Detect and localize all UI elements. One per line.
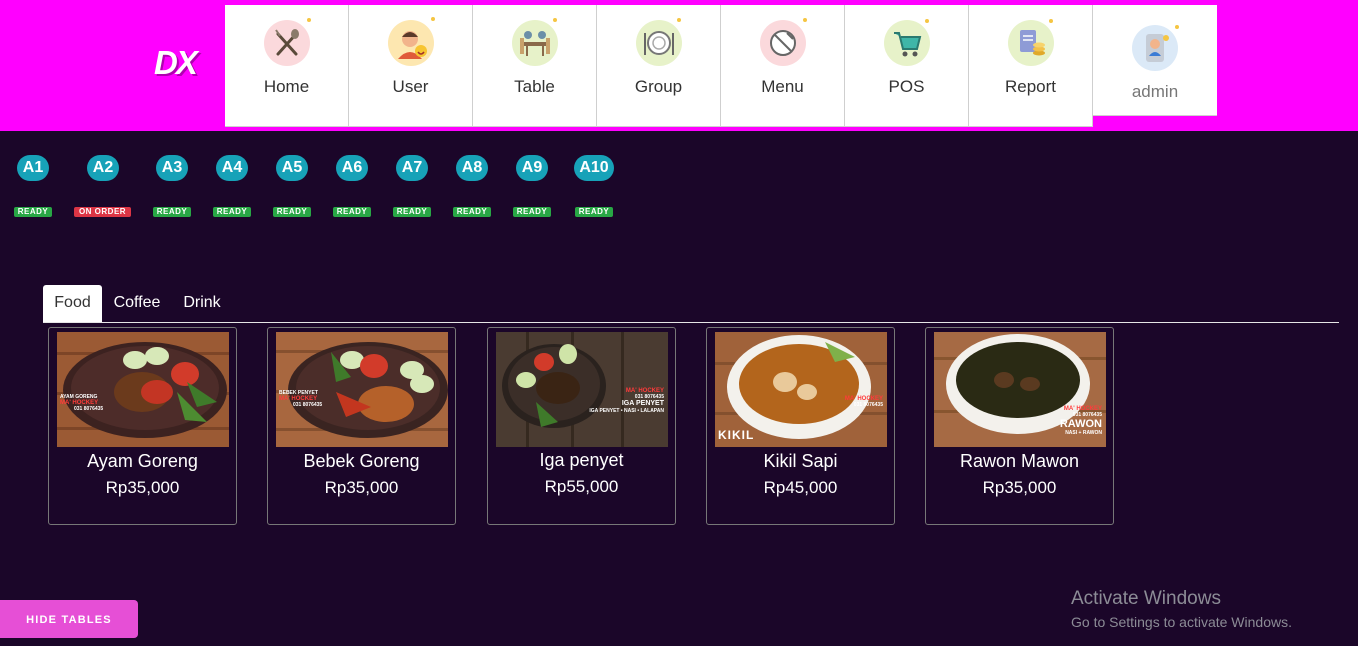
table-a7-name[interactable]: A7 [396,155,428,181]
table-a2-name[interactable]: A2 [87,155,119,181]
product-name: Ayam Goreng [87,451,198,471]
nav-user[interactable]: User [349,5,473,127]
product-name: Bebek Goreng [303,451,420,471]
nav-report-label: Report [1004,77,1057,96]
table-a2-status: ON ORDER [74,207,131,217]
product-image-iga-penyet: MA' HOCKEY 031 8076435 IGA PENYET IGA PE… [496,332,668,447]
nav-pos-label: POS [888,77,925,96]
product-name: Iga penyet [539,450,624,470]
product-price: Rp35,000 [105,478,180,497]
dining-table-icon [511,20,558,66]
product-image-rawon-mawon: MA' HOCKEY 031 8076435 RAWON NASI + RAWO… [934,332,1106,447]
nav-admin[interactable]: admin [1093,5,1217,116]
windows-activation-watermark: Activate Windows Go to Settings to activ… [1071,588,1292,630]
nav-user-label: User [392,77,429,96]
table-a3-status: READY [153,207,191,217]
table-a10-name[interactable]: A10 [574,155,614,181]
admin-avatar-icon [1132,25,1178,71]
hide-tables-button[interactable]: HIDE TABLES [0,600,138,638]
table-a4-name[interactable]: A4 [216,155,248,181]
product-card-bebek-goreng[interactable]: BEBEK PENYET MA' HOCKEY 031 8076435 Bebe… [267,327,456,525]
table-a1-status: READY [14,207,52,217]
main-nav: Home User Table Group Menu POS Report ad… [225,5,1217,127]
nav-group-label: Group [634,77,683,96]
top-navbar: DX Home User Table Group Menu POS Report… [0,0,1358,131]
table-a4-status: READY [213,207,251,217]
product-price: Rp45,000 [763,478,838,497]
utensils-icon [263,20,310,66]
product-image-bebek-goreng: BEBEK PENYET MA' HOCKEY 031 8076435 [276,332,448,447]
image-caption: BEBEK PENYET MA' HOCKEY 031 8076435 [279,390,323,408]
nav-menu[interactable]: Menu [721,5,845,127]
table-status-list: A1 READY A2 ON ORDER A3 READY A4 READY A… [0,155,700,225]
table-a8-name[interactable]: A8 [456,155,488,181]
category-tabs: Food Coffee Drink [43,285,1339,323]
table-a9-status: READY [513,207,551,217]
product-price: Rp35,000 [982,478,1057,497]
image-caption: KIKIL [718,428,755,442]
plate-icon [635,20,682,66]
nav-table[interactable]: Table [473,5,597,127]
table-a6-status: READY [333,207,371,217]
app-logo[interactable]: DX [154,44,198,82]
product-card-iga-penyet[interactable]: MA' HOCKEY 031 8076435 IGA PENYET IGA PE… [487,327,676,525]
nav-menu-label: Menu [761,77,804,96]
product-card-rawon-mawon[interactable]: MA' HOCKEY 031 8076435 RAWON NASI + RAWO… [925,327,1114,525]
nav-table-label: Table [514,77,555,96]
table-a5-name[interactable]: A5 [276,155,308,181]
table-a6-name[interactable]: A6 [336,155,368,181]
product-image-kikil-sapi: KIKIL MA' HOCKEY 031 8076435 [715,332,887,447]
product-name: Kikil Sapi [763,451,838,471]
table-a10-status: READY [575,207,613,217]
nav-group[interactable]: Group [597,5,721,127]
product-price: Rp55,000 [544,477,619,496]
product-name: Rawon Mawon [959,451,1080,471]
nav-pos[interactable]: POS [845,5,969,127]
product-image-ayam-goreng: AYAM GORENG MA' HOCKEY 031 8076435 [57,332,229,447]
image-caption: AYAM GORENG MA' HOCKEY 031 8076435 [60,394,104,412]
menu-plate-icon [759,20,806,66]
image-caption: MA' HOCKEY 031 8076435 RAWON NASI + RAWO… [1059,406,1102,436]
tab-food[interactable]: Food [43,285,102,322]
table-a8-status: READY [453,207,491,217]
table-a1-name[interactable]: A1 [17,155,49,181]
report-coins-icon [1007,20,1054,66]
product-card-kikil-sapi[interactable]: KIKIL MA' HOCKEY 031 8076435 Kikil Sapi … [706,327,895,525]
table-a3-name[interactable]: A3 [156,155,188,181]
tab-coffee[interactable]: Coffee [107,285,167,321]
watermark-subtitle: Go to Settings to activate Windows. [1071,614,1292,630]
tab-drink[interactable]: Drink [177,285,227,321]
product-card-ayam-goreng[interactable]: AYAM GORENG MA' HOCKEY 031 8076435 Ayam … [48,327,237,525]
cart-icon [883,20,930,66]
nav-home[interactable]: Home [225,5,349,127]
image-caption: MA' HOCKEY 031 8076435 [844,396,883,408]
image-caption: MA' HOCKEY 031 8076435 IGA PENYET IGA PE… [589,388,664,414]
nav-admin-label: admin [1131,82,1179,101]
watermark-title: Activate Windows [1071,588,1221,609]
table-a9-name[interactable]: A9 [516,155,548,181]
user-avatar-icon [387,20,434,66]
table-a5-status: READY [273,207,311,217]
nav-home-label: Home [263,77,310,96]
table-a7-status: READY [393,207,431,217]
product-price: Rp35,000 [324,478,399,497]
nav-report[interactable]: Report [969,5,1093,127]
